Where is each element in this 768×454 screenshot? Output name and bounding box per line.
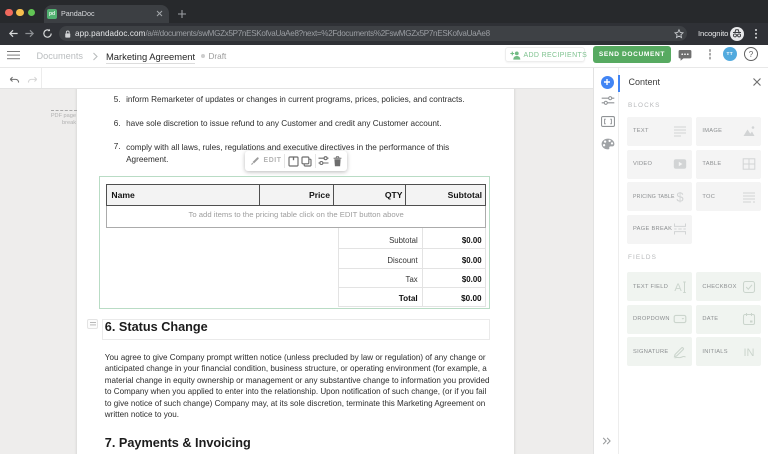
svg-text:IN: IN <box>744 347 755 359</box>
svg-text:$: $ <box>676 190 684 204</box>
svg-text:A: A <box>674 282 682 294</box>
